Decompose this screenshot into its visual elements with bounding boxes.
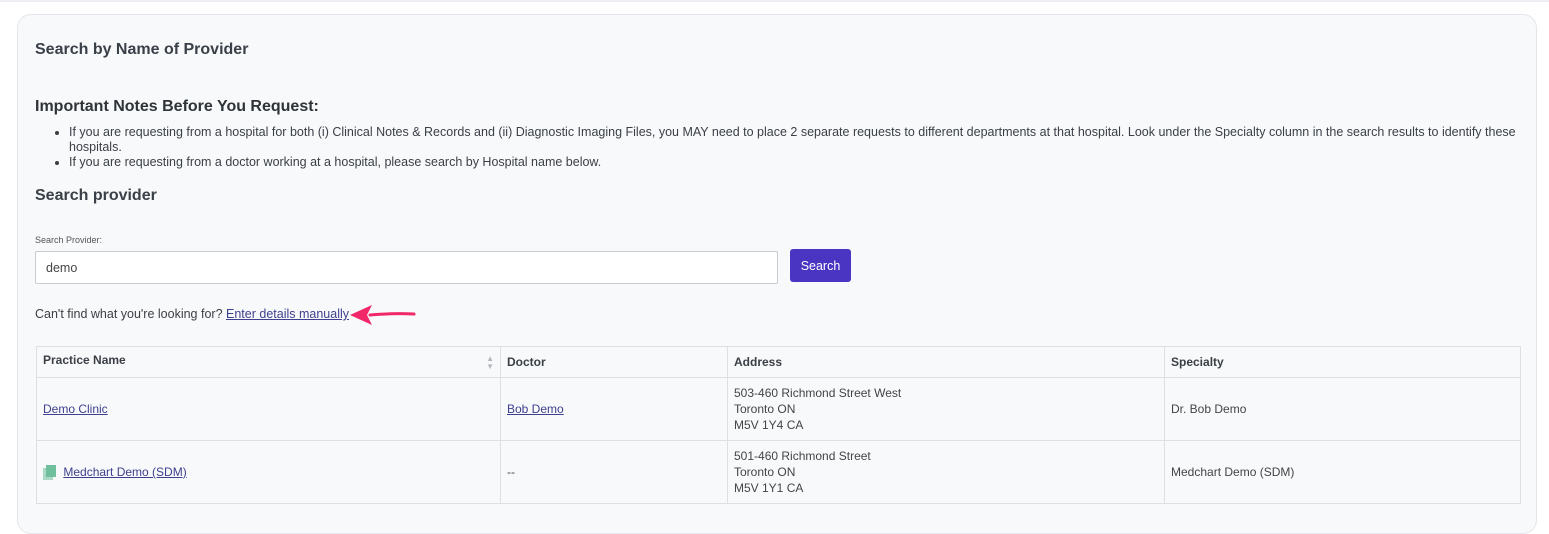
arrow-left-icon	[350, 305, 416, 325]
column-header-label: Practice Name	[43, 353, 126, 367]
doctor-cell: Bob Demo	[500, 377, 728, 441]
specialty-cell: Dr. Bob Demo	[1164, 377, 1521, 441]
table-row: Demo Clinic Bob Demo 503-460 Richmond St…	[36, 377, 1521, 441]
address-line: Toronto ON	[734, 402, 796, 416]
address-line: Toronto ON	[734, 465, 796, 479]
note-item: If you are requesting from a hospital fo…	[69, 125, 1549, 155]
column-header-specialty: Specialty	[1164, 346, 1521, 378]
search-title: Search provider	[35, 187, 157, 204]
table-row: Medchart Demo (SDM) -- 501-460 Richmond …	[36, 440, 1521, 504]
manual-entry-line: Can't find what you're looking for? Ente…	[35, 307, 349, 321]
column-header-practice-name[interactable]: Practice Name ▲ ▼	[36, 346, 501, 378]
address-line: M5V 1Y1 CA	[734, 481, 804, 495]
search-button[interactable]: Search	[790, 249, 851, 282]
top-divider	[0, 0, 1549, 2]
practice-cell: Demo Clinic	[36, 377, 501, 441]
address-line: M5V 1Y4 CA	[734, 418, 804, 432]
search-card: Search by Name of Provider Important Not…	[17, 14, 1537, 534]
address-cell: 503-460 Richmond Street West Toronto ON …	[727, 377, 1165, 441]
address-line: 503-460 Richmond Street West	[734, 386, 902, 400]
enter-details-manually-link[interactable]: Enter details manually	[226, 307, 349, 321]
note-item: If you are requesting from a doctor work…	[69, 155, 1549, 170]
practice-cell: Medchart Demo (SDM)	[36, 440, 501, 504]
specialty-cell: Medchart Demo (SDM)	[1164, 440, 1521, 504]
section-title: Search by Name of Provider	[35, 41, 249, 58]
doctor-cell: --	[500, 440, 728, 504]
notes-list: If you are requesting from a hospital fo…	[35, 125, 1549, 170]
sort-icon[interactable]: ▲ ▼	[486, 355, 494, 371]
practice-link[interactable]: Medchart Demo (SDM)	[63, 465, 186, 479]
table-header-row: Practice Name ▲ ▼ Doctor Address Specialt…	[36, 346, 1521, 378]
address-line: 501-460 Richmond Street	[734, 449, 871, 463]
column-header-address: Address	[727, 346, 1165, 378]
practice-link[interactable]: Demo Clinic	[43, 402, 108, 416]
notes-title: Important Notes Before You Request:	[35, 98, 319, 115]
column-header-doctor: Doctor	[500, 346, 728, 378]
doctor-link[interactable]: Bob Demo	[507, 402, 564, 416]
search-input[interactable]	[35, 251, 778, 284]
address-cell: 501-460 Richmond Street Toronto ON M5V 1…	[727, 440, 1165, 504]
manual-entry-prompt: Can't find what you're looking for?	[35, 307, 223, 321]
search-input-label: Search Provider:	[35, 235, 103, 245]
document-icon	[43, 465, 56, 481]
results-table: Practice Name ▲ ▼ Doctor Address Specialt…	[36, 346, 1521, 504]
